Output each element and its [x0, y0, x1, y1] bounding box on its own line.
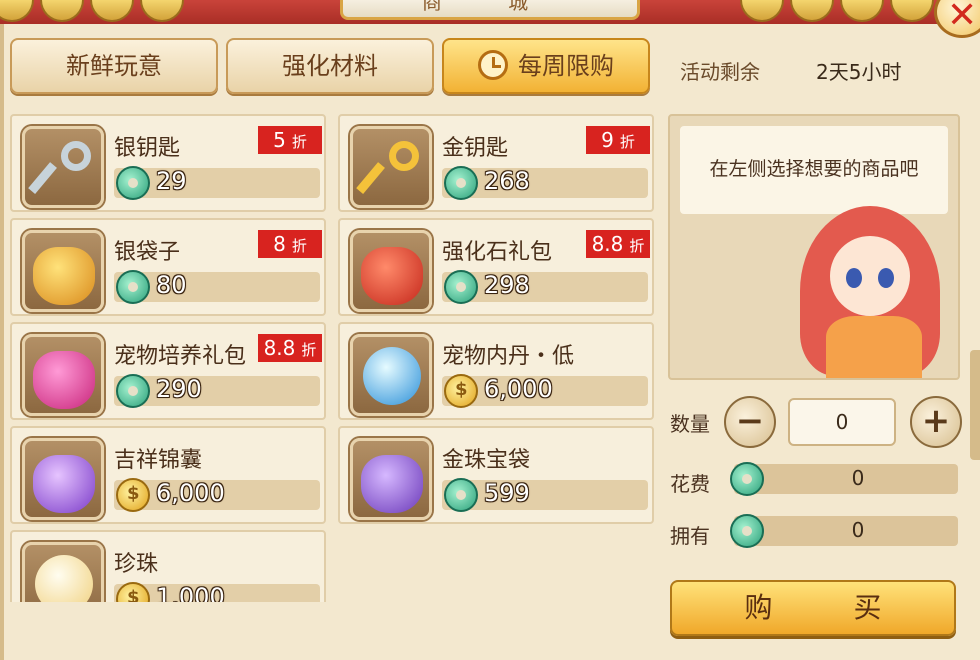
jade-coin-icon — [444, 270, 478, 304]
timer-label: 活动剩余 — [680, 60, 760, 84]
jade-coin-icon — [444, 478, 478, 512]
price-bar: 6,000 — [114, 478, 320, 512]
price-bar: 599 — [442, 478, 648, 512]
item-name: 金珠宝袋 — [442, 448, 531, 473]
pet-core-icon — [350, 334, 432, 416]
discount-badge: 5折 — [258, 126, 322, 154]
timer-value: 2天5小时 — [816, 60, 902, 84]
item-price: 599 — [484, 479, 530, 507]
banner-ornament — [140, 0, 184, 22]
discount-badge: 8折 — [258, 230, 322, 258]
banner-ornament — [740, 0, 784, 22]
list-item[interactable]: 宠物培养礼包 8.8 折 290 — [10, 322, 326, 420]
discount-badge: 8.8 折 — [258, 334, 322, 362]
list-item[interactable]: 金钥匙 9折 268 — [338, 114, 654, 212]
banner-ornament — [790, 0, 834, 22]
item-price: 268 — [484, 167, 530, 195]
item-name: 宠物培养礼包 — [114, 344, 247, 369]
owned-value: 0 — [851, 518, 865, 542]
cost-value: 0 — [851, 466, 865, 490]
item-price: 6,000 — [484, 375, 553, 403]
pearl-bag-icon — [350, 438, 432, 520]
quantity-label: 数量 — [670, 412, 710, 436]
jade-coin-icon — [116, 374, 150, 408]
item-name: 珍珠 — [114, 552, 159, 577]
item-list[interactable]: 银钥匙 5折 29 金钥匙 9折 268 银袋子 8折 80 强化石礼包 8.8… — [10, 114, 658, 602]
item-price: 290 — [156, 375, 202, 403]
item-name: 银钥匙 — [114, 136, 181, 161]
banner-ornament — [890, 0, 934, 22]
item-price: 1,000 — [156, 583, 225, 602]
npc-panel: 在左侧选择想要的商品吧 — [668, 114, 960, 380]
tab-label: 每周限购 — [518, 52, 614, 80]
clock-icon — [478, 50, 508, 80]
item-name: 金钥匙 — [442, 136, 509, 161]
list-item[interactable]: 银钥匙 5折 29 — [10, 114, 326, 212]
list-item[interactable]: 银袋子 8折 80 — [10, 218, 326, 316]
silver-bag-icon — [22, 230, 104, 312]
item-name: 宠物内丹・低 — [442, 344, 575, 369]
discount-badge: 9折 — [586, 126, 650, 154]
price-bar: 29 — [114, 166, 320, 200]
side-scroll-tab[interactable] — [970, 350, 980, 460]
gold-coin-icon — [116, 582, 150, 602]
silver-key-icon — [22, 126, 104, 208]
gold-coin-icon — [116, 478, 150, 512]
close-icon[interactable]: ✕ — [947, 0, 977, 36]
banner-ornament — [840, 0, 884, 22]
price-bar: 290 — [114, 374, 320, 408]
list-item[interactable]: 吉祥锦囊 6,000 — [10, 426, 326, 524]
tab-novelties[interactable]: 新鲜玩意 — [10, 38, 218, 94]
minus-icon[interactable]: − — [736, 401, 765, 441]
list-item[interactable]: 金珠宝袋 599 — [338, 426, 654, 524]
banner-ornament — [0, 0, 34, 22]
item-price: 29 — [156, 167, 187, 195]
tab-label: 新鲜玩意 — [66, 52, 162, 80]
tab-weekly-limited[interactable]: 每周限购 — [442, 38, 650, 94]
price-bar: 268 — [442, 166, 648, 200]
buy-button[interactable]: 购 买 — [670, 580, 956, 636]
cost-bar: 0 — [730, 462, 958, 496]
decrease-button[interactable]: − — [724, 396, 776, 448]
gift-pack-icon — [350, 230, 432, 312]
owned-bar: 0 — [730, 514, 958, 548]
lucky-pouch-icon — [22, 438, 104, 520]
item-name: 强化石礼包 — [442, 240, 553, 265]
price-bar: 1,000 — [114, 582, 320, 602]
gold-key-icon — [350, 126, 432, 208]
tab-enhance-materials[interactable]: 强化材料 — [226, 38, 434, 94]
list-item[interactable]: 强化石礼包 8.8 折 298 — [338, 218, 654, 316]
item-price: 6,000 — [156, 479, 225, 507]
pearl-icon — [22, 542, 104, 602]
price-bar: 6,000 — [442, 374, 648, 408]
increase-button[interactable]: + — [910, 396, 962, 448]
item-price: 298 — [484, 271, 530, 299]
list-item[interactable]: 宠物内丹・低 6,000 — [338, 322, 654, 420]
owned-label: 拥有 — [670, 524, 710, 548]
cost-label: 花费 — [670, 472, 710, 496]
banner-ornament — [90, 0, 134, 22]
page-title: 商 城 — [340, 0, 640, 20]
discount-badge: 8.8 折 — [586, 230, 650, 258]
jade-coin-icon — [116, 166, 150, 200]
item-price: 80 — [156, 271, 187, 299]
pet-gift-pack-icon — [22, 334, 104, 416]
tab-label: 强化材料 — [282, 52, 378, 80]
npc-speech: 在左侧选择想要的商品吧 — [680, 126, 948, 214]
item-name: 吉祥锦囊 — [114, 448, 203, 473]
jade-coin-icon — [116, 270, 150, 304]
plus-icon[interactable]: + — [922, 401, 951, 441]
price-bar: 80 — [114, 270, 320, 304]
list-item[interactable]: 珍珠 1,000 — [10, 530, 326, 602]
jade-coin-icon — [444, 166, 478, 200]
gold-coin-icon — [444, 374, 478, 408]
quantity-input[interactable]: 0 — [788, 398, 896, 446]
item-name: 银袋子 — [114, 240, 181, 265]
npc-character — [780, 206, 958, 378]
banner-ornament — [40, 0, 84, 22]
price-bar: 298 — [442, 270, 648, 304]
